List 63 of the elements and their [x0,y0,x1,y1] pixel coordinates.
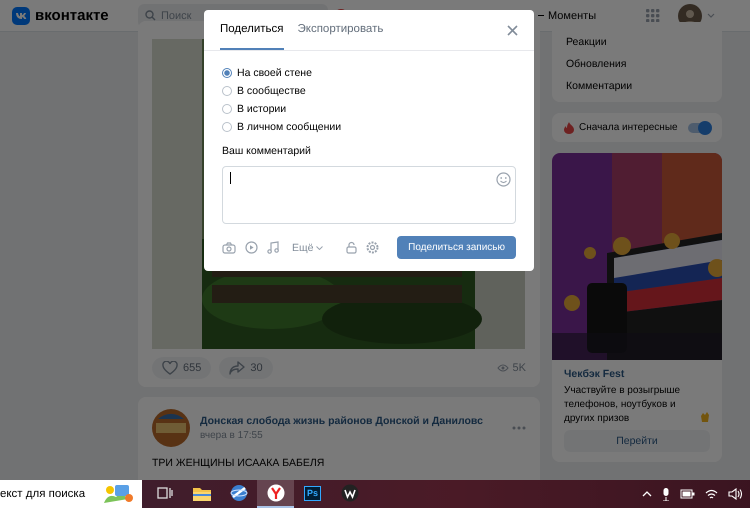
share-arrow-icon [229,361,246,375]
more-icon[interactable] [512,426,526,430]
browser-icon [266,484,284,502]
option-label[interactable]: На своей стене [237,67,312,79]
option-label[interactable]: В истории [237,103,286,115]
comment-field[interactable] [222,166,516,224]
video-icon[interactable] [245,241,258,254]
moments-link[interactable]: Моменты [548,10,596,22]
smiley-icon[interactable] [496,172,511,187]
music-icon[interactable] [267,241,279,254]
lock-icon[interactable] [346,241,358,254]
taskbar-search-field[interactable]: екст для поиска [0,480,142,508]
option-label[interactable]: В сообществе [237,85,306,97]
menu-item[interactable]: Комментарии [566,80,708,92]
close-icon[interactable] [507,24,518,36]
apps-grid-icon[interactable] [646,8,660,22]
dialog-tab[interactable]: Экспортировать [298,10,384,50]
search-icon [145,10,156,21]
logo-icon[interactable] [12,6,30,24]
task-view-icon [156,486,172,500]
ad-title[interactable]: Чекбэк Fest [564,368,624,380]
heart-icon [162,361,178,375]
microphone-icon[interactable] [662,488,670,500]
dialog-tab[interactable]: Поделиться [220,10,284,50]
ad-text: Участвуйте в розыгрыше телефонов, ноутбуков и других призов [564,384,682,426]
weather-icon [102,483,136,505]
radio-button[interactable] [222,104,232,114]
caret-icon [316,246,324,250]
post-time: вчера в 17:55 [200,430,264,441]
menu-item[interactable]: Обновления [566,58,708,70]
comment-label: Ваш комментарий [222,145,312,157]
author-link[interactable]: Донская слобода жизнь районов Донской и Даниловс [200,415,502,427]
taskbar-app[interactable]: Ps [294,480,331,508]
folder-icon [192,486,210,500]
like-button[interactable]: 655 [152,357,212,379]
globe-icon [230,484,248,502]
fire-icon [564,122,574,134]
group-avatar-icon[interactable] [152,409,190,447]
caret-icon[interactable] [707,13,716,18]
speaker-icon[interactable] [728,488,742,500]
eye-icon [496,364,509,372]
settings-icon[interactable] [366,241,380,254]
chevron-up-icon[interactable] [642,491,652,497]
taskbar-app[interactable] [257,480,294,508]
radio-button[interactable] [222,122,232,132]
radio-button[interactable] [222,86,232,96]
radio-button[interactable] [222,68,232,78]
more-dropdown[interactable]: Ещё [288,242,324,254]
photoshop-icon: Ps [304,486,321,500]
option-label[interactable]: В личном сообщении [237,121,342,133]
menu-item[interactable]: Реакции [566,36,708,48]
wifi-icon[interactable] [705,488,718,500]
view-count: 5K [512,362,526,374]
battery-icon[interactable] [680,489,695,499]
share-button[interactable]: 30 [219,357,273,379]
logo-text[interactable]: вконтакте [35,7,109,24]
post-text: ТРИ ЖЕНЩИНЫ ИСААКА БАБЕЛЯ [152,457,326,469]
camera-icon[interactable] [222,242,236,254]
toggle-label: Сначала интересные [579,122,678,133]
toggle-switch[interactable] [688,122,710,132]
share-post-button[interactable]: Поделиться записью [397,236,516,259]
app-icon [340,484,358,502]
go-button[interactable]: Перейти [564,430,710,452]
